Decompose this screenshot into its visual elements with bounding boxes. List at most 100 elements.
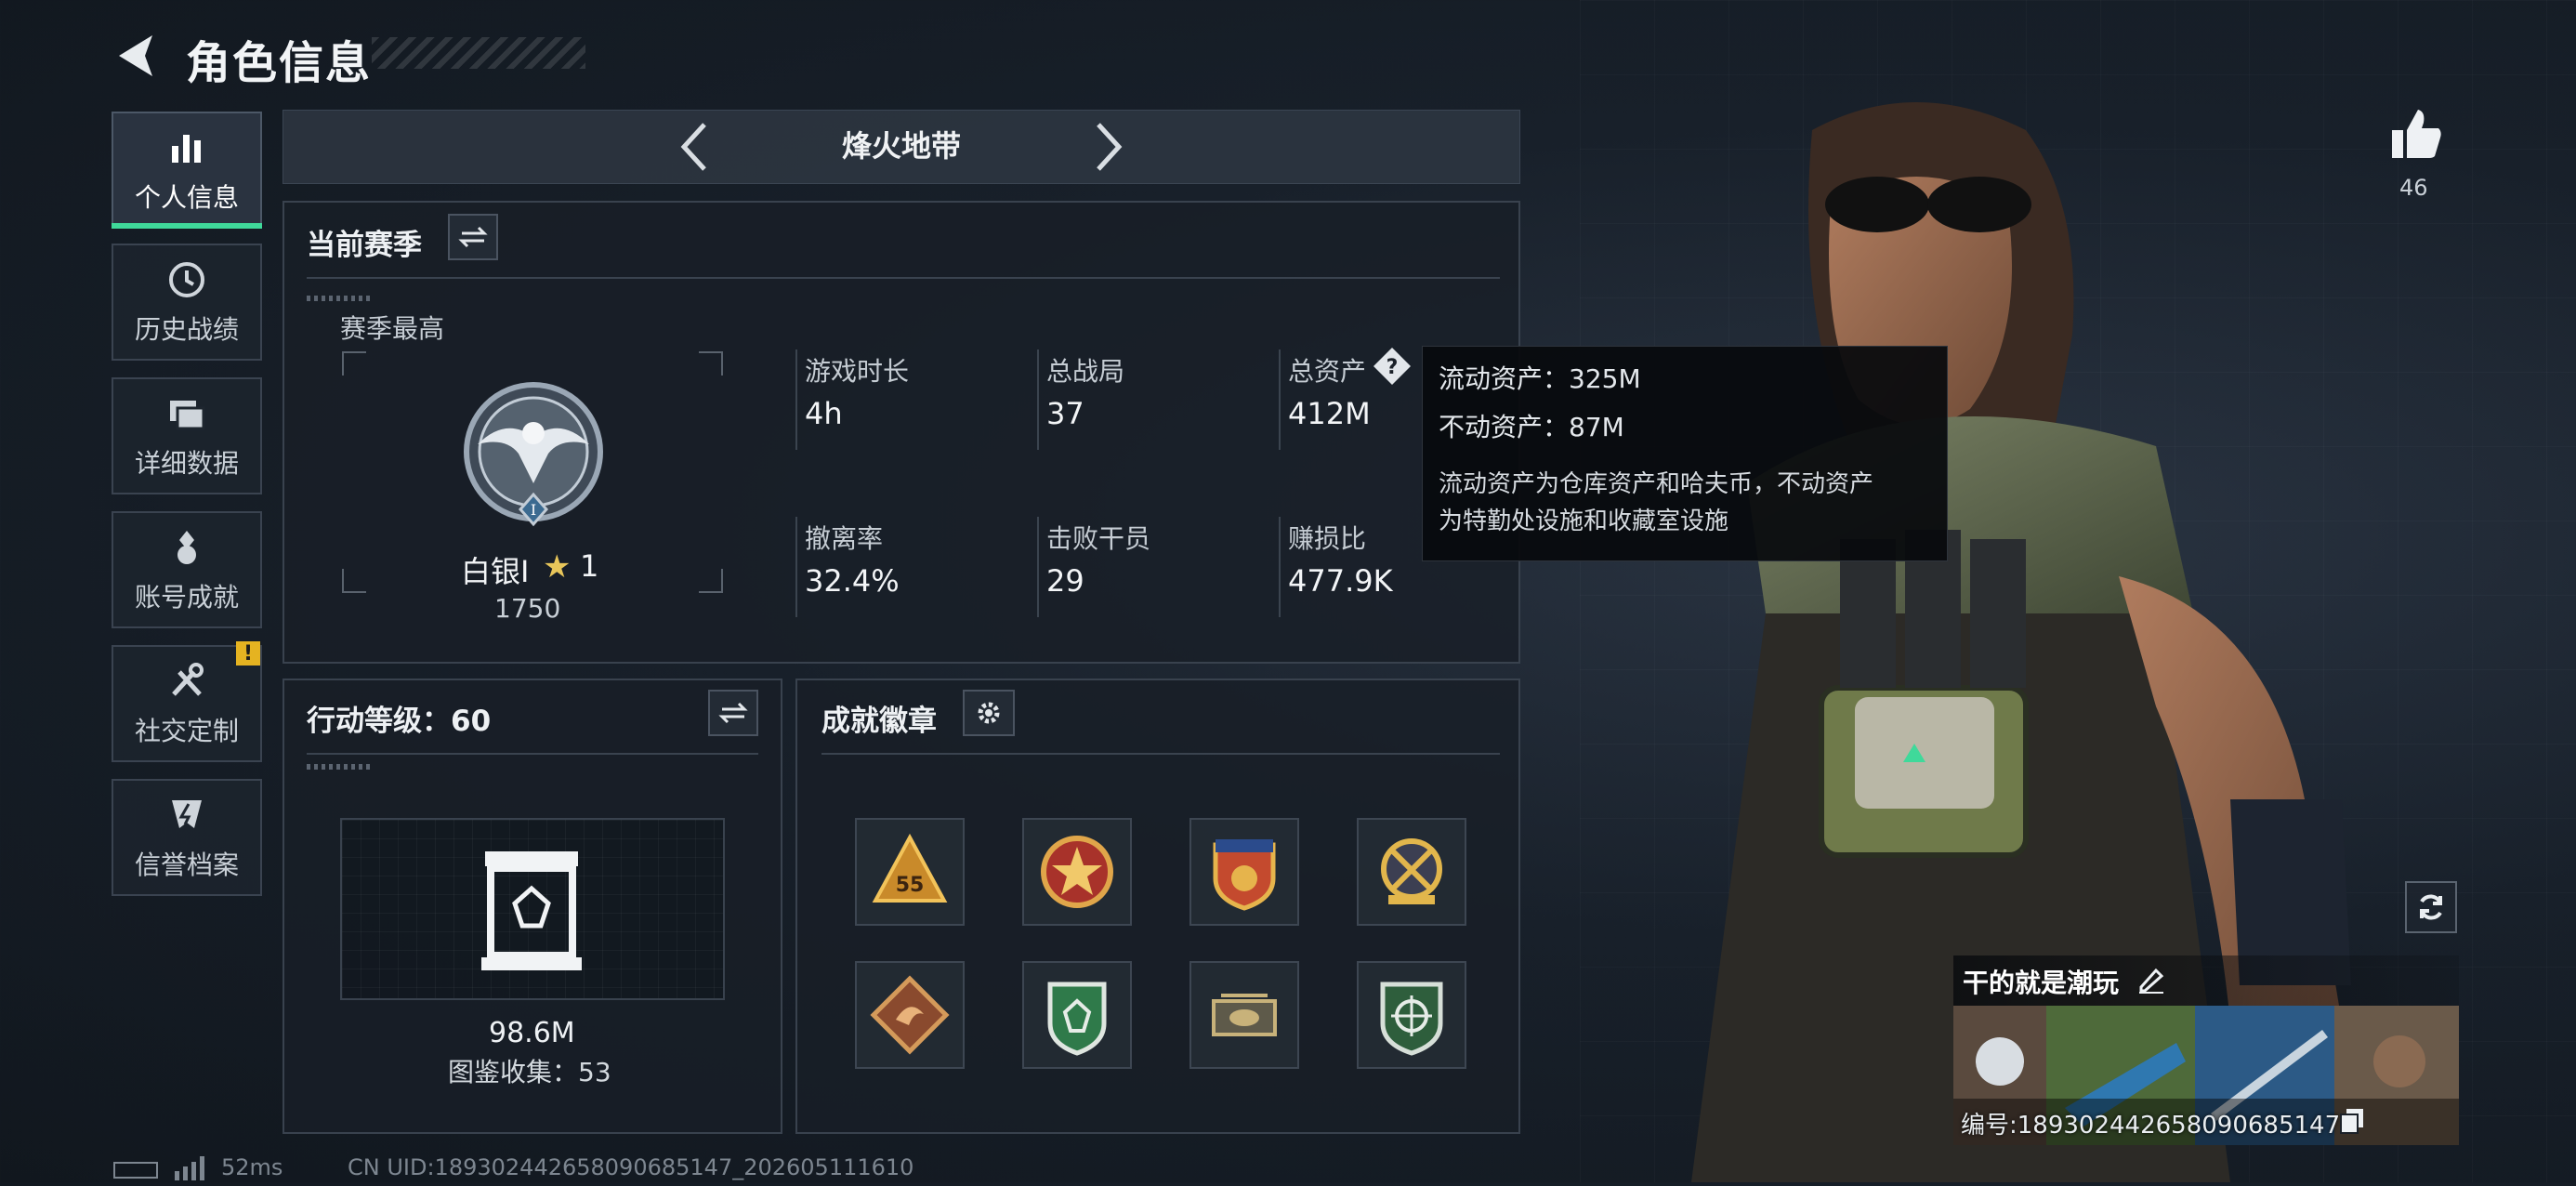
collection-case-icon	[480, 848, 584, 972]
title-decoration	[372, 37, 585, 69]
rank-stars: 1	[580, 548, 599, 584]
switch-level-button[interactable]	[708, 690, 758, 736]
help-icon[interactable]: ?	[1372, 346, 1413, 387]
badge-slot-3[interactable]	[1189, 818, 1299, 926]
tooltip-liquid-assets: 流动资产：325M	[1439, 363, 1641, 394]
stat-divider	[795, 517, 797, 617]
stat-kills-label: 击败干员	[1046, 523, 1151, 554]
active-indicator	[112, 223, 262, 229]
badge-slot-6[interactable]	[1022, 961, 1132, 1069]
frame-corner	[342, 569, 366, 593]
badge-slot-7[interactable]	[1189, 961, 1299, 1069]
badge-slot-5[interactable]	[855, 961, 965, 1069]
sidebar-item-personal-info[interactable]: 个人信息	[112, 112, 262, 229]
svg-text:?: ?	[1387, 356, 1399, 379]
badge-slot-8[interactable]	[1357, 961, 1466, 1069]
sidebar-item-label: 个人信息	[134, 182, 239, 213]
collection-count: 图鉴收集：53	[448, 1057, 611, 1087]
stat-divider	[1037, 349, 1039, 450]
season-best-label: 赛季最高	[340, 313, 445, 344]
frame-corner	[342, 351, 366, 376]
chevron-left-icon	[680, 123, 706, 171]
rank-name: 白银I	[461, 554, 530, 589]
stat-divider	[1279, 349, 1281, 450]
rank-emblem-icon: I	[459, 379, 608, 539]
tooltip-description-line-1: 流动资产为仓库资产和哈夫币，不动资产	[1439, 470, 1874, 498]
stat-total-matches-value: 37	[1046, 396, 1084, 431]
badge-slot-1[interactable]: 55	[855, 818, 965, 926]
tooltip-description-line-2: 为特勤处设施和收藏室设施	[1439, 507, 1729, 535]
badge-slot-4[interactable]	[1357, 818, 1466, 926]
dragon-diamond-badge-icon	[870, 975, 950, 1055]
triangle-55-badge-icon: 55	[872, 833, 948, 903]
svg-text:I: I	[531, 501, 536, 519]
stat-playtime-value: 4h	[805, 396, 843, 431]
like-count: 46	[2399, 175, 2428, 201]
decor-marks	[307, 764, 372, 770]
sidebar-item-achievements[interactable]: 账号成就	[112, 511, 262, 628]
battery-icon	[113, 1162, 158, 1179]
like-button[interactable]	[2386, 104, 2446, 164]
next-mode-button[interactable]	[1085, 119, 1132, 175]
prev-mode-button[interactable]	[671, 119, 717, 175]
sidebar-item-label: 信誉档案	[134, 850, 239, 880]
signal-icon	[173, 1156, 206, 1180]
swap-arrows-icon	[458, 226, 488, 248]
page-title: 角色信息	[186, 37, 373, 89]
gear-icon	[978, 702, 1000, 724]
switch-season-button[interactable]	[448, 214, 498, 260]
season-title: 当前赛季	[307, 229, 422, 262]
helicopter-badge-icon	[1212, 994, 1277, 1036]
sidebar-item-reputation[interactable]: 信誉档案	[112, 779, 262, 896]
sidebar-item-label: 社交定制	[134, 716, 239, 746]
shield-bolt-icon	[164, 793, 209, 837]
history-clock-icon	[164, 257, 209, 302]
back-button[interactable]	[110, 28, 165, 84]
stat-total-matches-label: 总战局	[1046, 356, 1125, 387]
pencil-icon	[2139, 968, 2164, 994]
mode-title: 烽火地带	[841, 128, 961, 164]
edit-name-button[interactable]	[2136, 963, 2167, 995]
swap-arrows-icon	[718, 702, 748, 724]
sidebar-item-details[interactable]: 详细数据	[112, 377, 262, 494]
crosshair-badge-icon	[1380, 982, 1443, 1056]
divider	[307, 753, 758, 755]
rank-points: 1750	[494, 593, 561, 624]
card-id: 编号:18930244265809068514​7	[1961, 1112, 2341, 1140]
medal-icon	[164, 525, 209, 570]
stat-playtime-label: 游戏时长	[805, 356, 910, 387]
stat-extract-rate-label: 撤离率	[805, 523, 884, 554]
user-uid: CN UID:18930244265809068514​7_2026051116…	[348, 1154, 914, 1180]
divider	[307, 277, 1500, 279]
badge-settings-button[interactable]	[963, 690, 1015, 736]
shield-stars-badge-icon	[1213, 839, 1276, 911]
star-circle-badge-icon	[1041, 836, 1113, 908]
tooltip-fixed-assets: 不动资产：87M	[1439, 412, 1624, 442]
rotate-character-button[interactable]	[2405, 881, 2457, 933]
stat-kills-value: 29	[1046, 563, 1084, 599]
frame-corner	[699, 351, 723, 376]
stat-divider	[795, 349, 797, 450]
divider	[821, 753, 1500, 755]
ping-value: 52ms	[221, 1154, 283, 1180]
frame-corner	[699, 569, 723, 593]
folders-icon	[164, 391, 209, 436]
sidebar-item-label: 账号成就	[134, 582, 239, 613]
back-arrow-icon	[119, 35, 152, 76]
sidebar-item-label: 历史战绩	[134, 314, 239, 345]
copy-icon	[2340, 1109, 2363, 1134]
stat-profit-ratio-label: 赚损比	[1288, 523, 1367, 554]
sidebar-item-history[interactable]: 历史战绩	[112, 244, 262, 361]
level-title: 行动等级：60	[307, 705, 492, 738]
copy-id-button[interactable]	[2338, 1106, 2366, 1134]
svg-text:55: 55	[896, 874, 925, 897]
badge-slot-2[interactable]	[1022, 818, 1132, 926]
wrench-tools-icon	[164, 659, 209, 704]
decor-marks	[307, 296, 372, 301]
notification-badge: !	[236, 641, 260, 665]
badges-title: 成就徽章	[821, 705, 937, 738]
crossed-arrows-badge-icon	[1381, 838, 1442, 904]
stat-divider	[1279, 517, 1281, 617]
stat-total-assets-value: 412M	[1288, 396, 1371, 431]
chevron-right-icon	[1097, 123, 1123, 171]
